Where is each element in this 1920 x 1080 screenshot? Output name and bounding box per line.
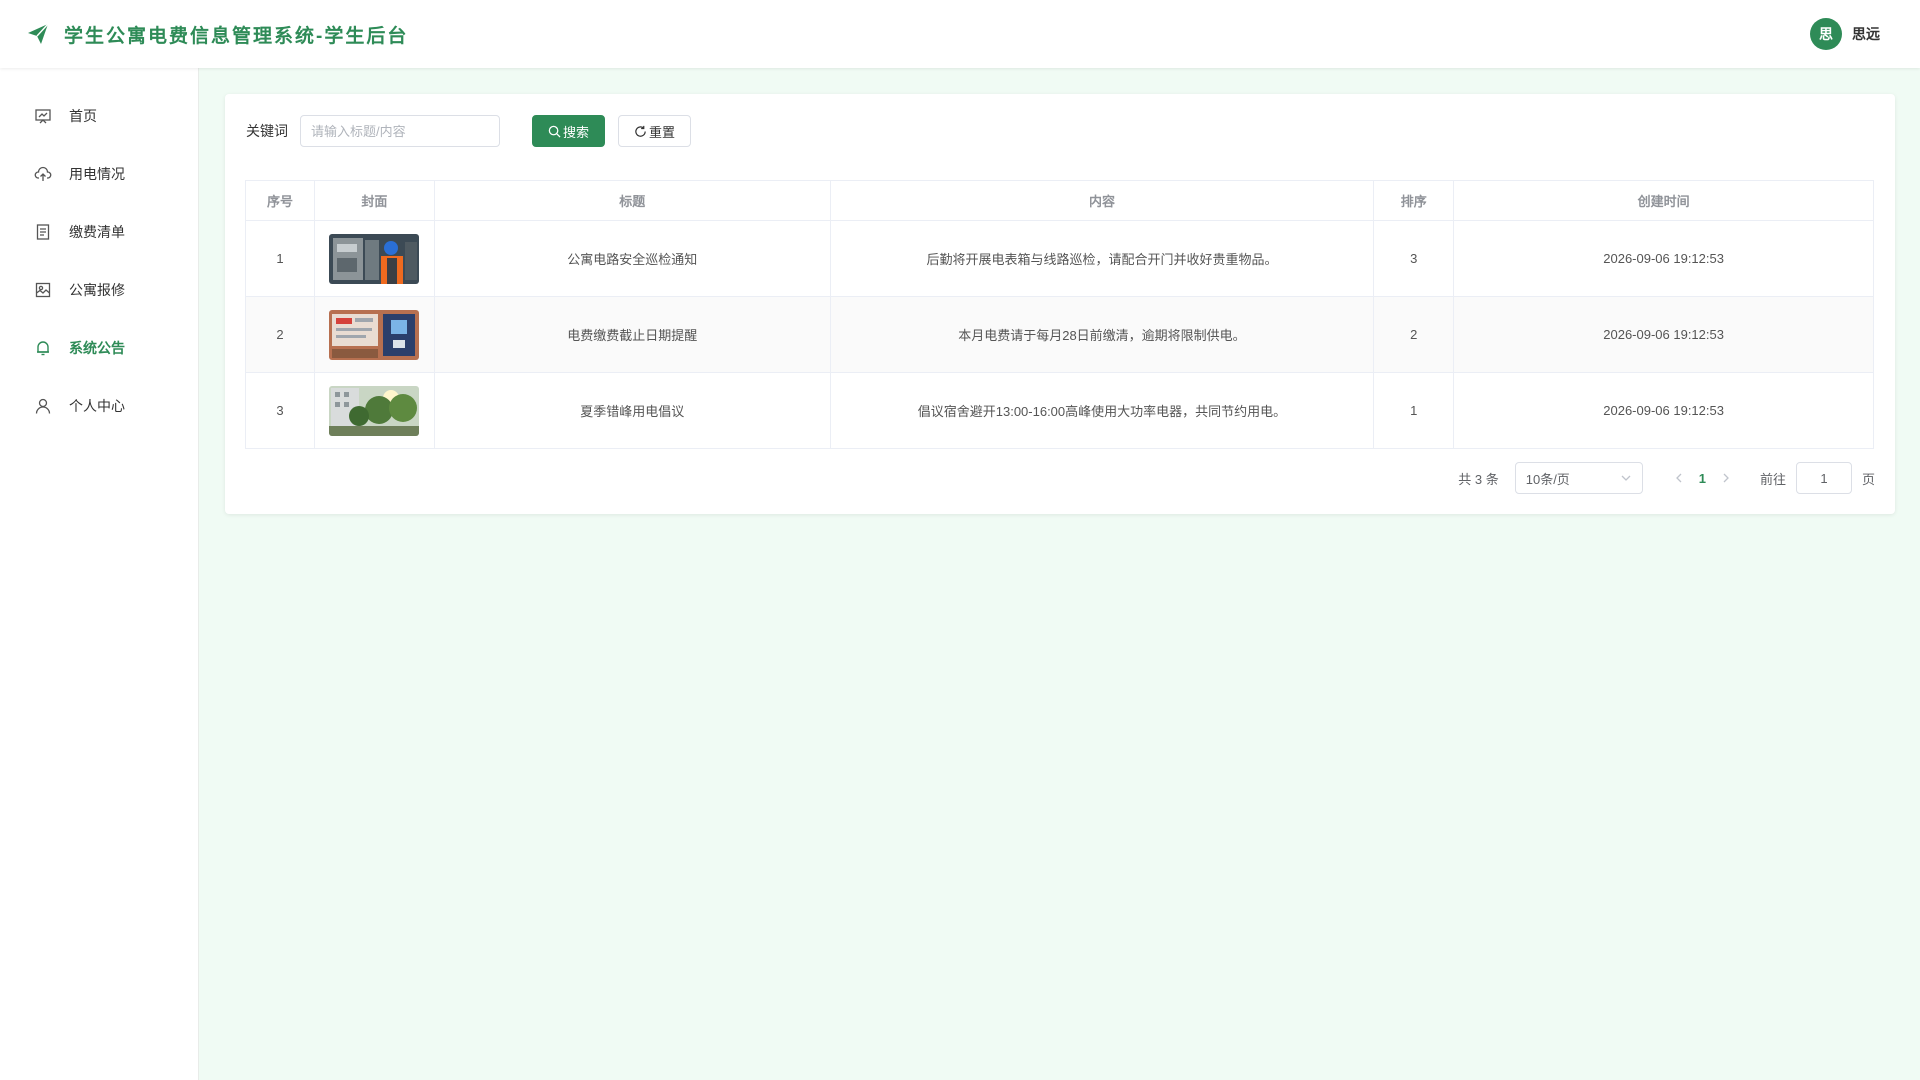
sidebar-item-home[interactable]: 首页: [0, 87, 198, 145]
user-icon: [35, 398, 51, 414]
keyword-label: 关键词: [246, 123, 288, 139]
chevron-down-icon: [1621, 475, 1631, 481]
goto-label: 前往: [1759, 471, 1786, 487]
search-bar: 关键词 搜索 重置: [246, 115, 692, 147]
keyword-input[interactable]: [300, 115, 500, 147]
cell-order: 3: [1373, 220, 1455, 297]
sidebar-item-repair[interactable]: 公寓报修: [0, 261, 198, 319]
table-row[interactable]: 1 公寓电路安全巡检通知 后勤将开展电表箱与线路巡检，请配合开门并收好贵重物品。…: [245, 220, 1874, 297]
cell-content: 后勤将开展电表箱与线路巡检，请配合开门并收好贵重物品。: [829, 220, 1375, 297]
search-button-label: 搜索: [563, 124, 590, 140]
refresh-icon: [635, 125, 646, 137]
pagination-total: 共 3 条: [1458, 471, 1499, 487]
column-header-title: 标题: [433, 180, 831, 221]
cell-order: 2: [1373, 296, 1455, 373]
sidebar-item-usage[interactable]: 用电情况: [0, 145, 198, 203]
chevron-left-icon: [1675, 473, 1682, 483]
column-header-created: 创建时间: [1453, 180, 1874, 221]
sidebar-item-label: 用电情况: [69, 166, 125, 182]
page-suffix: 页: [1861, 471, 1875, 487]
cell-title: 电费缴费截止日期提醒: [433, 296, 831, 373]
next-page-button[interactable]: [1720, 472, 1732, 484]
search-button[interactable]: 搜索: [532, 115, 606, 147]
top-header: 学生公寓电费信息管理系统-学生后台 思 思远: [0, 0, 1920, 68]
repair-icon: [35, 282, 51, 298]
sidebar-item-label: 系统公告: [69, 340, 125, 356]
document-icon: [36, 224, 50, 240]
table-header-row: 序号 封面 标题 内容 排序 创建时间: [245, 180, 1874, 221]
sidebar-item-label: 缴费清单: [69, 224, 125, 240]
page-number-current[interactable]: 1: [1699, 471, 1706, 486]
page-size-select[interactable]: 10条/页: [1514, 462, 1643, 494]
sidebar-item-label: 公寓报修: [69, 282, 125, 298]
cell-cover: [313, 296, 435, 373]
goto-page-input[interactable]: 1: [1795, 462, 1852, 494]
reset-button-label: 重置: [649, 124, 676, 140]
cell-created: 2026-09-06 19:12:53: [1453, 372, 1874, 449]
page-size-value: 10条/页: [1525, 471, 1570, 487]
chevron-right-icon: [1723, 473, 1729, 483]
cell-index: 3: [245, 372, 315, 449]
search-icon: [548, 125, 561, 138]
sidebar-item-payments[interactable]: 缴费清单: [0, 203, 198, 261]
dorm-trees-photo[interactable]: [329, 385, 420, 436]
cell-cover: [313, 220, 435, 297]
table-row[interactable]: 3 夏季错峰用电倡议 倡议宿舍避开13:00-16:00高峰使用大功率电器，共同…: [245, 372, 1874, 449]
announcement-table: 序号 封面 标题 内容 排序 创建时间 1 公寓电路安全巡检通知 后勤将开展电表…: [245, 180, 1874, 449]
pagination: 共 3 条 10条/页 1 前往 1 页: [1458, 462, 1875, 494]
cloud-upload-icon: [34, 166, 52, 181]
sidebar-item-label: 首页: [69, 108, 97, 124]
cell-order: 1: [1373, 372, 1455, 449]
bell-icon: [37, 341, 49, 356]
cell-title: 公寓电路安全巡检通知: [433, 220, 831, 297]
column-header-index: 序号: [245, 180, 315, 221]
table-row[interactable]: 2 电费缴费截止日期提醒 本月电费请于每月28日前缴清，逾期将限制供电。 2 2…: [245, 296, 1874, 373]
column-header-content: 内容: [829, 180, 1375, 221]
announcement-panel: 关键词 搜索 重置 序号 封面 标题 内容 排序 创: [225, 94, 1895, 514]
sidebar-item-announcements[interactable]: 系统公告: [0, 319, 198, 377]
cell-content: 倡议宿舍避开13:00-16:00高峰使用大功率电器，共同节约用电。: [829, 372, 1375, 449]
electrician-inspection-photo[interactable]: [329, 233, 420, 284]
cell-content: 本月电费请于每月28日前缴清，逾期将限制供电。: [829, 296, 1375, 373]
cell-cover: [313, 372, 435, 449]
username[interactable]: 思远: [1852, 24, 1880, 44]
cell-title: 夏季错峰用电倡议: [433, 372, 831, 449]
home-chart-icon: [35, 109, 51, 124]
cell-created: 2026-09-06 19:12:53: [1453, 220, 1874, 297]
avatar[interactable]: 思: [1810, 18, 1842, 50]
cell-created: 2026-09-06 19:12:53: [1453, 296, 1874, 373]
meter-panel-photo[interactable]: [329, 309, 420, 360]
sidebar-item-profile[interactable]: 个人中心: [0, 377, 198, 435]
prev-page-button[interactable]: [1673, 472, 1685, 484]
user-menu[interactable]: 思 思远: [1810, 18, 1880, 50]
reset-button[interactable]: 重置: [618, 115, 692, 147]
cell-index: 1: [245, 220, 315, 297]
cell-index: 2: [245, 296, 315, 373]
paper-plane-icon: [28, 23, 49, 44]
column-header-order: 排序: [1373, 180, 1455, 221]
app-title: 学生公寓电费信息管理系统-学生后台: [64, 25, 409, 47]
column-header-cover: 封面: [313, 180, 435, 221]
sidebar: 首页 用电情况 缴费清单 公寓报修 系统公告 个人中心: [0, 68, 199, 1080]
sidebar-item-label: 个人中心: [69, 398, 125, 414]
